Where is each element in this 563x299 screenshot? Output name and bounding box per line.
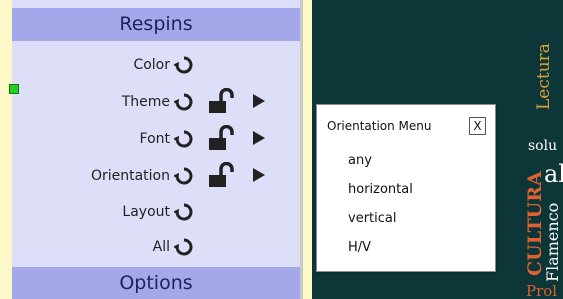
refresh-icon[interactable] — [174, 166, 194, 186]
orientation-option-any[interactable]: any — [348, 153, 372, 168]
resize-handle[interactable] — [9, 84, 19, 94]
respin-row-all: All — [12, 232, 170, 262]
orientation-option-vertical[interactable]: vertical — [348, 211, 396, 226]
unlock-icon[interactable] — [208, 88, 236, 114]
respin-all-label: All — [152, 239, 170, 255]
word-cloud-word: Flamenco — [543, 202, 562, 282]
orientation-option-hv[interactable]: H/V — [348, 240, 371, 255]
respin-theme-label: Theme — [121, 94, 170, 110]
respins-panel: Respins Color Theme Font Orientation Lay… — [12, 0, 300, 299]
respin-row-font: Font — [12, 124, 170, 154]
play-arrow-icon[interactable] — [252, 93, 266, 109]
orientation-menu-title: Orientation Menu — [327, 119, 432, 133]
unlock-icon[interactable] — [208, 125, 236, 151]
refresh-icon[interactable] — [174, 237, 194, 257]
respin-row-theme: Theme — [12, 87, 170, 117]
options-header[interactable]: Options — [12, 267, 300, 299]
respin-color-label: Color — [133, 57, 170, 73]
play-arrow-icon[interactable] — [252, 167, 266, 183]
orientation-menu: Orientation Menu X any horizontal vertic… — [316, 104, 496, 272]
refresh-icon[interactable] — [174, 55, 194, 75]
orientation-option-horizontal[interactable]: horizontal — [348, 182, 413, 197]
respin-row-layout: Layout — [12, 197, 170, 227]
word-cloud-word: Prol — [526, 282, 558, 299]
respin-layout-label: Layout — [122, 204, 170, 220]
respin-row-orientation: Orientation — [12, 161, 170, 191]
play-arrow-icon[interactable] — [252, 130, 266, 146]
panel-divider[interactable] — [300, 0, 303, 299]
word-cloud-word: Lectura — [534, 43, 554, 110]
respins-header: Respins — [12, 8, 300, 41]
respin-orientation-label: Orientation — [90, 168, 170, 184]
refresh-icon[interactable] — [174, 92, 194, 112]
word-cloud-word: al — [544, 160, 563, 188]
respin-font-label: Font — [139, 131, 170, 147]
unlock-icon[interactable] — [208, 162, 236, 188]
close-button[interactable]: X — [469, 117, 486, 135]
respin-row-color: Color — [12, 50, 170, 80]
word-cloud-word: solu — [528, 138, 558, 154]
refresh-icon[interactable] — [174, 202, 194, 222]
refresh-icon[interactable] — [174, 129, 194, 149]
